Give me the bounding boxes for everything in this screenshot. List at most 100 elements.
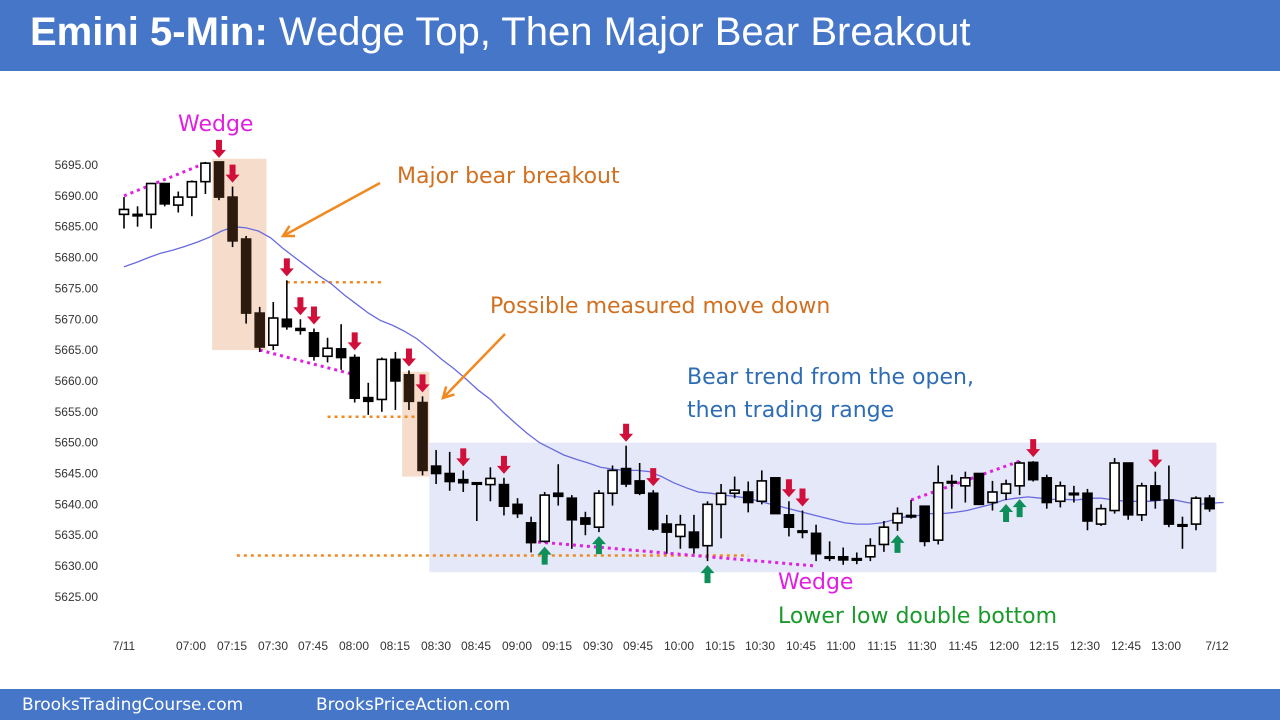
x-tick-label: 08:15	[380, 639, 410, 653]
candle	[295, 319, 306, 335]
candle-body-bull	[1177, 523, 1188, 528]
candle-body-bear	[810, 532, 822, 555]
y-tick-label: 5665.00	[55, 343, 99, 357]
candle-body-bull	[932, 481, 944, 541]
x-tick-label: 12:00	[989, 639, 1019, 653]
candle	[390, 351, 401, 410]
candle-body-bull	[539, 494, 550, 543]
y-tick-label: 5645.00	[55, 467, 99, 481]
annotation-double-bottom: Lower low double bottom	[778, 604, 1057, 629]
candle-body-bear	[1082, 492, 1093, 522]
candle-body-bull	[892, 512, 903, 524]
y-tick-label: 5690.00	[55, 189, 99, 203]
candle-body-bear	[919, 505, 930, 543]
candle-body-bear	[647, 492, 659, 530]
x-tick-label: 08:45	[461, 639, 491, 653]
candle-body-bear	[512, 503, 523, 515]
candle-body-bull	[797, 530, 808, 534]
candle-body-bull	[322, 347, 333, 358]
candle-body-bull	[1109, 462, 1120, 512]
candle-body-bull	[607, 469, 618, 495]
x-tick-label: 11:45	[948, 639, 977, 653]
candle	[593, 490, 605, 533]
candle-body-bear	[552, 492, 564, 498]
annotation-bear-trend-2: then trading range	[687, 398, 895, 423]
y-tick-label: 5670.00	[55, 312, 99, 326]
candle	[254, 306, 265, 352]
candle-body-bear	[1027, 461, 1039, 481]
candle-body-bear	[457, 478, 469, 484]
candle	[973, 472, 985, 506]
candle-body-bear	[444, 472, 455, 483]
x-tick-label: 09:30	[583, 639, 613, 653]
candle	[322, 337, 333, 363]
candle-body-bull	[471, 481, 483, 486]
candle	[186, 180, 198, 217]
candle	[267, 301, 279, 351]
candle-body-bear	[403, 373, 415, 403]
candle	[362, 382, 374, 415]
x-tick-label: 7/12	[1205, 639, 1229, 653]
candle	[1027, 461, 1039, 482]
candle-body-bear	[770, 477, 781, 515]
y-tick-label: 5650.00	[55, 436, 99, 450]
annotation-wedge-bottom: Wedge	[778, 570, 854, 595]
candle-body-bull	[960, 477, 971, 487]
candle	[376, 357, 388, 412]
candle-body-bear	[1163, 499, 1175, 525]
candle-body-bear	[742, 491, 754, 504]
candle-body-bull	[1095, 507, 1107, 525]
x-tick-label: 13:00	[1151, 639, 1181, 653]
candle-body-bull	[1055, 485, 1066, 503]
x-tick-label: 10:30	[745, 639, 775, 653]
candle-body-bear	[498, 483, 510, 508]
candle	[1122, 462, 1134, 520]
candle-body-bear	[661, 523, 673, 533]
candle	[159, 182, 171, 207]
candle-body-bear	[1041, 477, 1053, 504]
annotation-major-bear-breakout: Major bear breakout	[397, 164, 620, 189]
red-down-arrow-icon	[279, 258, 294, 277]
candle-body-bull	[851, 557, 863, 561]
y-tick-label: 5685.00	[55, 220, 99, 234]
candle-body-bear	[783, 514, 795, 528]
red-down-arrow-icon	[347, 332, 362, 351]
x-tick-label: 09:15	[542, 639, 572, 653]
candle-body-bear	[335, 348, 347, 359]
footer-link-trading-course[interactable]: BrooksTradingCourse.com	[22, 695, 243, 715]
candle-body-bull	[987, 491, 998, 504]
candle-body-bear	[254, 312, 265, 348]
candle-body-bull	[1136, 485, 1148, 516]
red-down-arrow-icon	[306, 306, 321, 325]
x-tick-label: 12:15	[1029, 639, 1059, 653]
candle-body-bear	[620, 467, 632, 485]
footer-link-price-action[interactable]: BrooksPriceAction.com	[316, 695, 510, 715]
candle	[1204, 495, 1215, 512]
pointer-arrow-measured-move	[442, 333, 506, 399]
candle-body-bear	[227, 196, 238, 242]
candle	[1136, 482, 1148, 522]
candle-body-bull	[186, 180, 198, 198]
x-tick-label: 12:30	[1070, 639, 1100, 653]
x-tick-label: 11:30	[907, 639, 936, 653]
x-tick-label: 07:15	[217, 639, 247, 653]
candle	[200, 161, 211, 194]
candle-body-bear	[580, 517, 591, 525]
x-tick-label: 09:00	[502, 639, 532, 653]
candle-body-bull	[878, 526, 890, 546]
x-tick-label: 08:00	[339, 639, 369, 653]
x-tick-label: 7/11	[113, 639, 136, 653]
y-tick-label: 5625.00	[55, 590, 99, 604]
x-tick-label: 10:15	[705, 639, 735, 653]
candle-body-bear	[430, 465, 442, 475]
candle-body-bear	[240, 238, 252, 314]
annotation-wedge-top: Wedge	[178, 112, 254, 137]
candle-body-bull	[1000, 483, 1012, 495]
candle-body-bear	[390, 358, 401, 382]
x-tick-label: 07:30	[258, 639, 288, 653]
y-tick-label: 5695.00	[55, 158, 99, 172]
candle-body-bull	[675, 523, 686, 538]
candle	[335, 324, 347, 370]
candle	[213, 161, 225, 201]
x-tick-label: 08:30	[421, 639, 451, 653]
